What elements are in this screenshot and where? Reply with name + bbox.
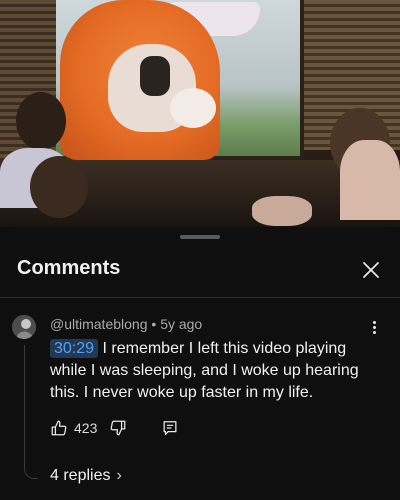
timestamp-link[interactable]: 30:29	[50, 339, 99, 358]
reply-button[interactable]	[161, 419, 179, 437]
video-player[interactable]	[0, 0, 400, 227]
child-shoulder-right	[340, 140, 400, 220]
comment-body: 30:29 I remember I left this video playi…	[50, 338, 380, 404]
avatar[interactable]	[12, 315, 36, 339]
meta-separator: •	[151, 316, 157, 332]
child-head-left	[16, 92, 66, 150]
drag-handle[interactable]	[180, 235, 220, 239]
like-button[interactable]: 423	[50, 419, 97, 437]
header-divider	[0, 297, 400, 298]
comments-header: Comments	[0, 251, 400, 291]
comment-meta: @ultimateblong • 5y ago	[50, 316, 202, 332]
thumbs-up-icon	[51, 420, 67, 436]
child-head-front-left	[30, 156, 88, 218]
mascot-microphone	[140, 56, 170, 96]
thumbs-down-icon	[110, 420, 126, 436]
comments-title: Comments	[17, 257, 121, 279]
comment-age: 5y ago	[160, 316, 203, 332]
dislike-button[interactable]	[109, 419, 127, 437]
chevron-right-icon: ›	[116, 467, 122, 484]
mascot-paw	[170, 88, 216, 128]
comment-actions: 423	[50, 417, 179, 439]
reply-icon	[163, 421, 177, 435]
close-icon	[363, 262, 379, 278]
like-count: 423	[74, 420, 98, 436]
avatar-image	[12, 315, 36, 339]
comments-sheet: Comments @ultimateblong • 5y ago 30:29 I…	[0, 227, 400, 500]
more-options-button[interactable]	[366, 317, 382, 337]
more-vert-icon	[372, 320, 376, 324]
thread-connector	[24, 345, 38, 479]
replies-label: 4 replies	[50, 467, 111, 484]
view-replies-button[interactable]: 4 replies ›	[50, 467, 122, 485]
comment-thread: @ultimateblong • 5y ago 30:29 I remember…	[0, 311, 400, 491]
close-button[interactable]	[356, 255, 386, 285]
comment-author[interactable]: @ultimateblong	[50, 316, 148, 332]
child-hand-right	[252, 196, 312, 226]
